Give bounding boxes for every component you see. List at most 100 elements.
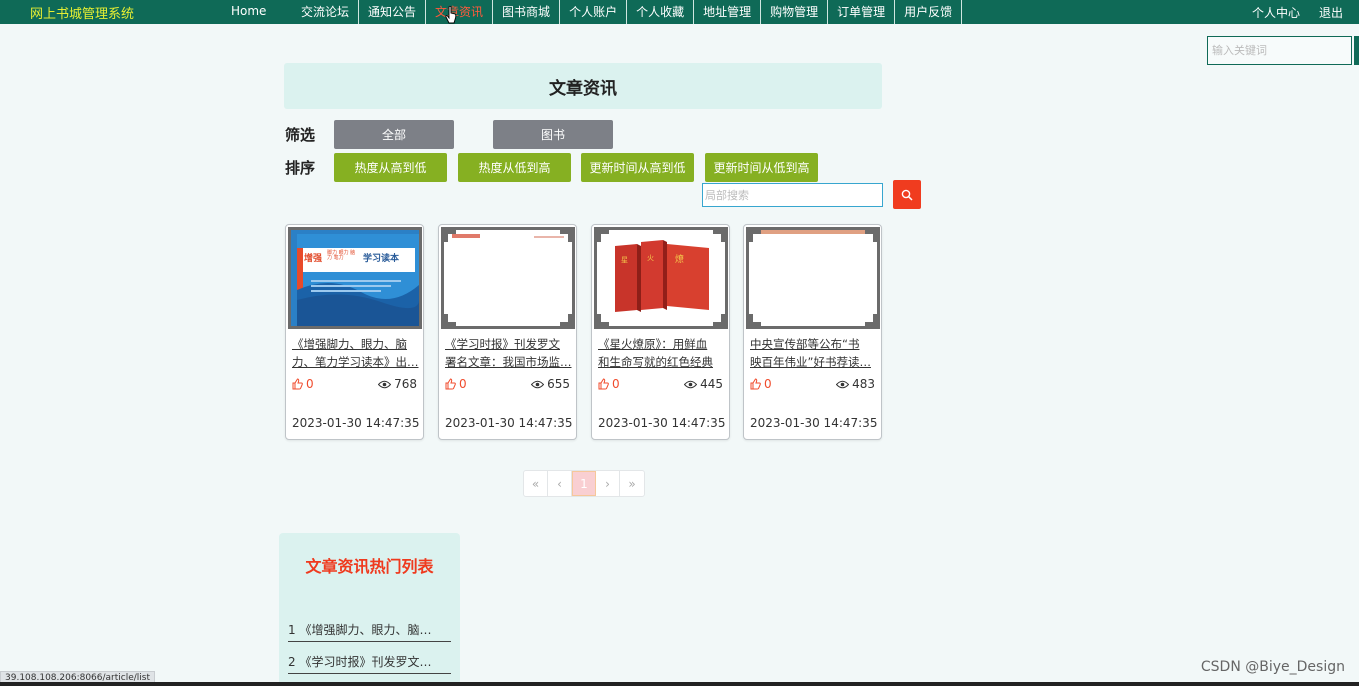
nav-item-articles[interactable]: 文章资讯	[426, 0, 494, 24]
view-count-value: 445	[700, 377, 723, 391]
user-center-link[interactable]: 个人中心	[1252, 4, 1300, 21]
article-date: 2023-01-30 14:47:35	[292, 416, 420, 430]
sort-time-desc-button[interactable]: 更新时间从高到低	[581, 153, 694, 182]
view-count: 768	[378, 377, 417, 391]
sort-time-asc-button[interactable]: 更新时间从低到高	[705, 153, 818, 182]
hot-list-item[interactable]: 2 《学习时报》刊发罗文…	[288, 653, 451, 674]
article-title-line[interactable]: 中央宣传部等公布“书	[750, 335, 878, 353]
article-title[interactable]: 《星火燎原》：用鲜血 和生命写就的红色经典	[598, 335, 726, 371]
article-card[interactable]: 《学习时报》刊发罗文 署名文章：我国市场监… 0 655 2023-01-30 …	[438, 224, 577, 440]
thumbs-up-icon	[445, 378, 456, 390]
red-books-graphic: 燎 星 火	[597, 230, 725, 326]
like-count-value: 0	[612, 377, 620, 391]
svg-text:火: 火	[647, 254, 654, 262]
eye-icon	[378, 380, 392, 388]
article-title[interactable]: 《增强脚力、眼力、脑 力、笔力学习读本》出…	[292, 335, 420, 371]
view-count: 483	[836, 377, 875, 391]
watermark: CSDN @Biye_Design	[1200, 659, 1345, 675]
nav-right: 个人中心 退出	[1252, 4, 1343, 21]
article-title-line[interactable]: 《学习时报》刊发罗文	[445, 335, 573, 353]
like-count-value: 0	[306, 377, 314, 391]
article-title-line[interactable]: 《增强脚力、眼力、脑	[292, 335, 420, 353]
filter-label: 筛选	[285, 126, 316, 144]
search-icon	[901, 189, 913, 201]
article-cover-image[interactable]	[441, 227, 575, 329]
nav-home-link[interactable]: Home	[231, 4, 266, 18]
sort-label: 排序	[285, 159, 316, 177]
page-prev-button[interactable]: ‹	[548, 471, 572, 496]
local-search-input[interactable]	[702, 183, 883, 207]
article-date: 2023-01-30 14:47:35	[750, 416, 878, 430]
article-cover-image[interactable]: 燎 星 火	[594, 227, 728, 329]
logout-link[interactable]: 退出	[1319, 4, 1343, 21]
keyword-search-button[interactable]	[1354, 36, 1359, 65]
like-count[interactable]: 0	[292, 377, 314, 391]
nav-menu: 交流论坛 通知公告 文章资讯 图书商城 个人账户 个人收藏 地址管理 购物管理 …	[292, 0, 963, 24]
view-count-value: 483	[852, 377, 875, 391]
nav-item-orders[interactable]: 订单管理	[828, 0, 896, 24]
sort-hot-desc-button[interactable]: 热度从高到低	[334, 153, 447, 182]
filter-books-button[interactable]: 图书	[493, 120, 613, 149]
local-search-button[interactable]	[893, 180, 921, 209]
page-next-button[interactable]: ›	[596, 471, 620, 496]
nav-item-shopping[interactable]: 购物管理	[761, 0, 829, 24]
article-title[interactable]: 中央宣传部等公布“书 映百年伟业”好书荐读…	[750, 335, 878, 371]
cover-small-text: 脚力 眼力 脑力 笔力	[327, 250, 356, 261]
like-count[interactable]: 0	[598, 377, 620, 391]
article-title-line[interactable]: 力、笔力学习读本》出…	[292, 353, 420, 371]
nav-item-account[interactable]: 个人账户	[560, 0, 628, 24]
filter-all-button[interactable]: 全部	[334, 120, 454, 149]
newspaper-graphic	[444, 230, 572, 326]
like-count-value: 0	[764, 377, 772, 391]
brand-title[interactable]: 网上书城管理系统	[30, 3, 134, 22]
poster-graphic	[749, 230, 877, 326]
article-title-line[interactable]: 署名文章：我国市场监…	[445, 353, 573, 371]
sort-hot-asc-button[interactable]: 热度从低到高	[458, 153, 571, 182]
hot-articles-panel: 文章资讯热门列表 1 《增强脚力、眼力、脑… 2 《学习时报》刊发罗文…	[279, 533, 460, 686]
article-card[interactable]: 增强 脚力 眼力 脑力 笔力 学习读本 《增强脚力、眼力、脑 力、笔力学习读本》…	[285, 224, 424, 440]
thumbs-up-icon	[598, 378, 609, 390]
cover-sub-text: 学习读本	[363, 254, 400, 264]
article-card[interactable]: 中央宣传部等公布“书 映百年伟业”好书荐读… 0 483 2023-01-30 …	[743, 224, 882, 440]
book-cover-graphic	[291, 230, 419, 326]
article-card[interactable]: 燎 星 火 《星火燎原》：用鲜血 和生命写就的红色经典 0 445 2023-0…	[591, 224, 730, 440]
page-last-button[interactable]: »	[620, 471, 644, 496]
nav-item-bookstore[interactable]: 图书商城	[493, 0, 561, 24]
nav-item-favorites[interactable]: 个人收藏	[627, 0, 695, 24]
article-date: 2023-01-30 14:47:35	[445, 416, 573, 430]
svg-text:星: 星	[621, 256, 628, 264]
eye-icon	[684, 380, 698, 388]
article-title[interactable]: 《学习时报》刊发罗文 署名文章：我国市场监…	[445, 335, 573, 371]
view-count: 445	[684, 377, 723, 391]
eye-icon	[531, 380, 545, 388]
pointer-cursor-icon	[445, 6, 457, 24]
pagination: « ‹ 1 › »	[523, 470, 645, 497]
keyword-search-input[interactable]	[1207, 36, 1352, 65]
nav-item-notice[interactable]: 通知公告	[359, 0, 427, 24]
top-nav-bar: 网上书城管理系统 Home 交流论坛 通知公告 文章资讯 图书商城 个人账户 个…	[0, 0, 1359, 24]
nav-item-feedback[interactable]: 用户反馈	[895, 0, 963, 24]
eye-icon	[836, 380, 850, 388]
view-count-value: 655	[547, 377, 570, 391]
article-title-line[interactable]: 映百年伟业”好书荐读…	[750, 353, 878, 371]
page-current-button[interactable]: 1	[572, 471, 596, 496]
bottom-strip	[0, 682, 1359, 686]
page-first-button[interactable]: «	[524, 471, 548, 496]
cover-main-text: 增强	[304, 254, 323, 264]
article-cover-image[interactable]	[746, 227, 880, 329]
hot-list-item[interactable]: 1 《增强脚力、眼力、脑…	[288, 621, 451, 642]
view-count: 655	[531, 377, 570, 391]
view-count-value: 768	[394, 377, 417, 391]
like-count-value: 0	[459, 377, 467, 391]
like-count[interactable]: 0	[445, 377, 467, 391]
article-title-line[interactable]: 和生命写就的红色经典	[598, 353, 726, 371]
page-title: 文章资讯	[284, 63, 882, 109]
nav-item-forum[interactable]: 交流论坛	[292, 0, 360, 24]
nav-item-address[interactable]: 地址管理	[694, 0, 762, 24]
article-cover-image[interactable]: 增强 脚力 眼力 脑力 笔力 学习读本	[288, 227, 422, 329]
article-date: 2023-01-30 14:47:35	[598, 416, 726, 430]
hot-list-title: 文章资讯热门列表	[305, 557, 434, 576]
article-title-line[interactable]: 《星火燎原》：用鲜血	[598, 335, 726, 353]
like-count[interactable]: 0	[750, 377, 772, 391]
svg-text:燎: 燎	[675, 253, 684, 265]
